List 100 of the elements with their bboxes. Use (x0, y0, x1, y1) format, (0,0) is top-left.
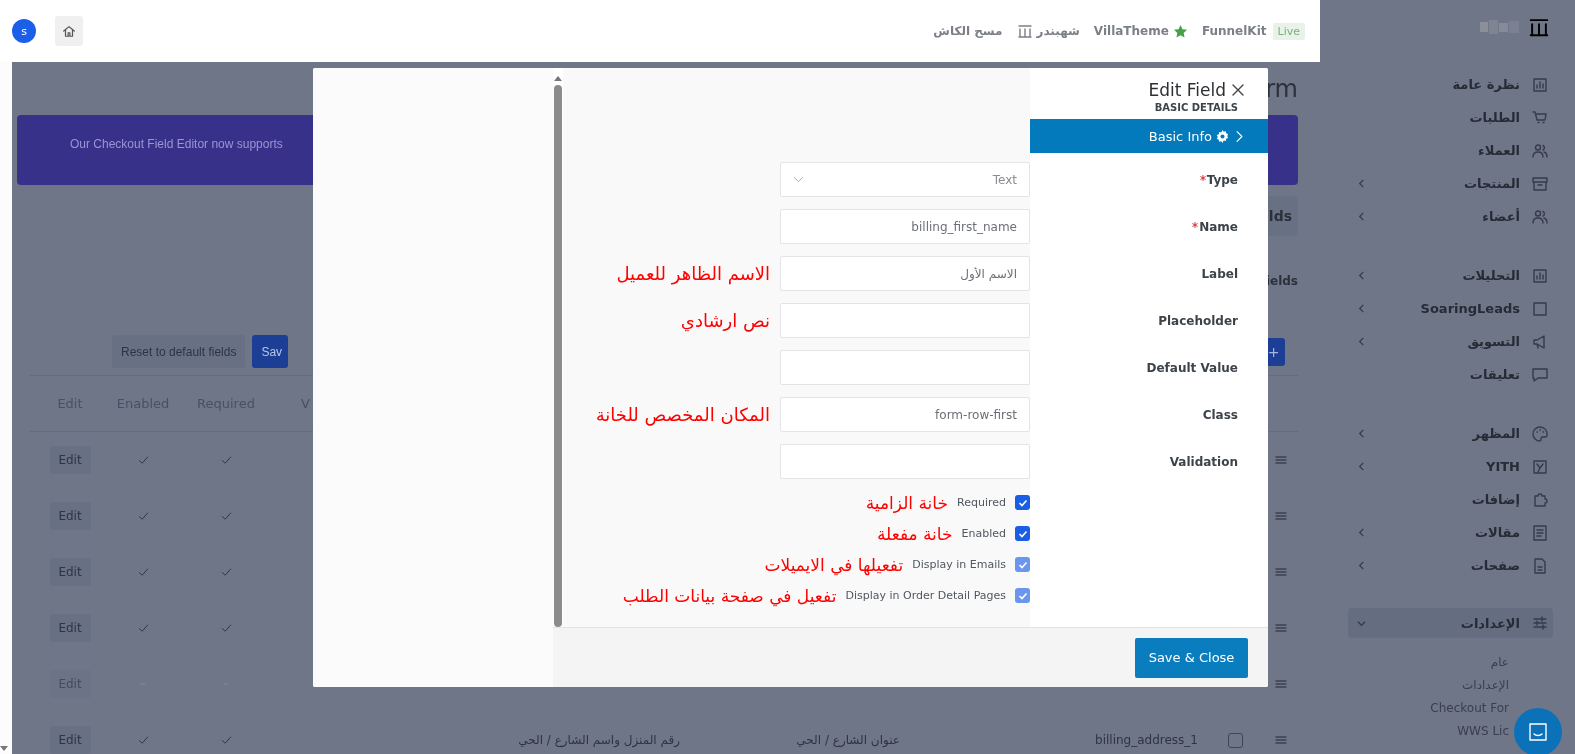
checkmark-icon (1017, 528, 1028, 539)
check-icon (137, 510, 149, 522)
annotation: خانة مفعلة (876, 523, 953, 544)
field-label: Label (1200, 266, 1239, 281)
sidebar-item[interactable]: التسويق (1320, 325, 1575, 358)
document-icon (1532, 524, 1548, 541)
section-heading: BASIC DETAILS (1153, 102, 1239, 113)
archive-icon (1532, 175, 1548, 192)
check-icon (220, 622, 232, 634)
checkbox-label: Required (957, 496, 1006, 509)
edit-button[interactable]: Edit (49, 614, 91, 642)
check-icon (220, 566, 232, 578)
checkbox-label: Display in Emails (912, 558, 1006, 571)
checkmark-icon (1017, 497, 1028, 508)
square-icon (1532, 300, 1548, 317)
table-cell-text: رقم المنزل واسم الشارع / الحي (517, 733, 681, 747)
save-close-button[interactable]: Save & Close (1135, 637, 1248, 678)
dialog-title: Edit Field (1148, 80, 1226, 100)
checkbox[interactable] (1015, 526, 1030, 541)
sidebar-item[interactable]: صفحات (1320, 549, 1575, 582)
checkbox-label: Display in Order Detail Pages (845, 589, 1006, 602)
gear-icon (1216, 129, 1229, 143)
sidebar-item[interactable]: إضافات (1320, 483, 1575, 516)
toolbar-link[interactable]: FunnelKit (1201, 24, 1267, 38)
annotation: الاسم الظاهر للعميل (615, 263, 771, 284)
required-icon (1192, 221, 1199, 228)
logo-icon (1532, 458, 1548, 475)
sidebar-item[interactable]: المظهر (1320, 417, 1575, 450)
avatar[interactable]: s (12, 19, 36, 43)
sidebar-item[interactable]: التحليلات (1320, 259, 1575, 292)
input-field[interactable] (780, 350, 1030, 385)
type-select[interactable]: Text (780, 162, 1030, 197)
star-icon (1172, 23, 1188, 39)
input-field[interactable] (780, 444, 1030, 479)
scroll-down-icon[interactable] (0, 746, 8, 751)
checkbox[interactable] (1015, 495, 1030, 510)
field-label: Type (1030, 172, 1268, 187)
bars-logo-icon (1528, 16, 1550, 38)
puzzle-icon (1532, 491, 1548, 508)
sidebar-item[interactable]: YITH (1320, 450, 1575, 483)
sidebar-item[interactable]: مقالات (1320, 516, 1575, 549)
page-icon (1532, 557, 1548, 574)
sidebar-item[interactable]: العملاء (1320, 134, 1575, 167)
check-icon (220, 734, 232, 746)
table-cell-text: billing_address_1 (1094, 733, 1199, 747)
bars-logo-icon (1016, 23, 1033, 39)
reset-button[interactable]: Reset to default fields (112, 335, 246, 368)
toolbar-link[interactable]: VillaTheme (1093, 23, 1188, 39)
required-icon (1199, 174, 1206, 181)
row-checkbox[interactable] (1228, 732, 1243, 748)
chart-icon (1532, 76, 1548, 93)
save-button[interactable]: Sav (252, 335, 289, 368)
scroll-up-icon[interactable] (554, 76, 562, 81)
drag-handle-icon (1274, 736, 1287, 744)
sidebar-item[interactable]: الإعدادات (1348, 608, 1553, 638)
annotation: خانة الزامية (865, 492, 949, 513)
check-icon (137, 734, 149, 746)
submenu-item[interactable]: عام (1490, 651, 1509, 674)
submenu-item[interactable]: الإعدادات (1462, 674, 1509, 697)
check-icon (220, 510, 232, 522)
edit-button[interactable]: Edit (49, 558, 91, 586)
megaphone-icon (1532, 333, 1548, 350)
chat-icon (1527, 721, 1549, 743)
scrollbar-thumb[interactable] (554, 85, 562, 627)
toolbar-link[interactable]: شهبندر (1016, 23, 1080, 39)
annotation: المكان المخصص للخانة (594, 404, 771, 425)
input-field[interactable]: form-row-first (780, 397, 1030, 432)
close-icon (1230, 82, 1246, 98)
submenu-item[interactable]: WWS Lic (1457, 720, 1509, 743)
input-field[interactable]: الاسم الأول (780, 256, 1030, 291)
cart-icon (1532, 109, 1548, 126)
annotation: نص ارشادي (679, 310, 771, 331)
toolbar-link[interactable]: مسح الكاش (933, 24, 1003, 38)
check-icon (220, 454, 232, 466)
drag-handle-icon (1274, 512, 1287, 520)
submenu-item[interactable]: Checkout For (1430, 697, 1509, 720)
input-field[interactable]: billing_first_name (780, 209, 1030, 244)
annotation: تفعيلها في الايميلات (764, 554, 904, 575)
users-icon (1532, 142, 1548, 159)
check-icon (137, 454, 149, 466)
check-icon (137, 566, 149, 578)
sidebar-item[interactable]: أعضاء (1320, 200, 1575, 233)
sidebar-item[interactable]: الطلبات (1320, 101, 1575, 134)
edit-button[interactable]: Edit (49, 726, 91, 754)
field-label: Default Value (1145, 360, 1239, 375)
sidebar-item[interactable]: تعليقات (1320, 358, 1575, 391)
sidebar-item[interactable]: SoaringLeads (1320, 292, 1575, 325)
input-field[interactable] (780, 303, 1030, 338)
home-button[interactable] (55, 16, 83, 46)
sidebar-item[interactable]: نظرة عامة (1320, 68, 1575, 101)
sidebar-item[interactable]: المنتجات (1320, 167, 1575, 200)
checkmark-icon (1017, 590, 1028, 601)
home-icon (62, 24, 76, 38)
drag-handle-icon (1274, 680, 1287, 688)
field-label: Placeholder (1157, 313, 1239, 328)
edit-button[interactable]: Edit (49, 502, 91, 530)
drag-handle-icon (1274, 624, 1287, 632)
users-icon (1532, 208, 1548, 225)
tab[interactable]: Basic Info (1030, 119, 1268, 153)
edit-button[interactable]: Edit (49, 446, 91, 474)
